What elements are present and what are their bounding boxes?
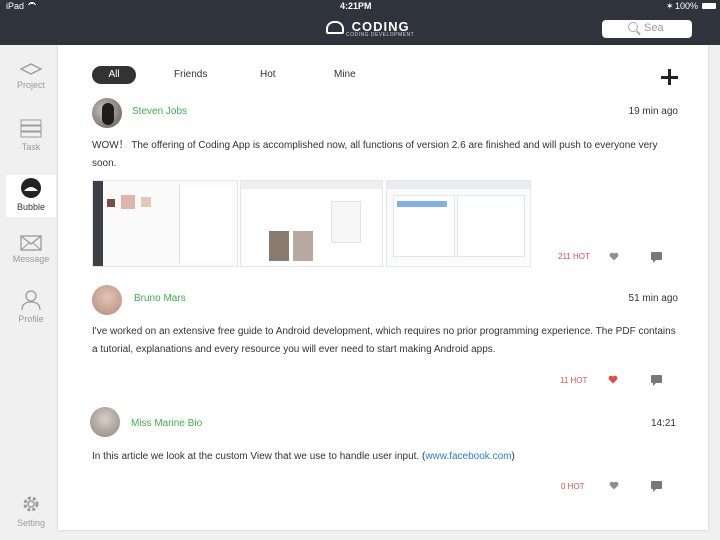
sidebar-item-label: Message xyxy=(12,254,50,264)
author-avatar[interactable] xyxy=(92,98,122,128)
post-time: 14:21 xyxy=(650,418,676,429)
search-box[interactable] xyxy=(602,20,692,38)
image-content xyxy=(397,201,447,207)
image-content xyxy=(107,199,115,207)
comment-icon[interactable] xyxy=(651,481,662,492)
image-content xyxy=(241,181,382,189)
tab-hot[interactable]: Hot xyxy=(260,66,276,84)
like-heart-icon[interactable] xyxy=(609,481,619,490)
image-content xyxy=(331,201,361,243)
sidebar-item-label: Bubble xyxy=(16,202,46,212)
image-content xyxy=(269,231,289,261)
sidebar-item-label: Project xyxy=(16,80,45,90)
post-link[interactable]: www.facebook.com xyxy=(425,451,511,462)
post-text: I've worked on an extensive free guide t… xyxy=(92,326,676,355)
post-text-prefix: In this article we look at the custom Vi… xyxy=(92,451,426,462)
image-content xyxy=(93,181,103,266)
post-text-suffix: ) xyxy=(511,451,515,462)
logo-cloud-icon xyxy=(326,21,344,35)
comment-icon[interactable] xyxy=(651,252,662,263)
post-time: 51 min ago xyxy=(628,293,678,304)
status-bar: iPad 4:21PM ✶ 100% xyxy=(0,0,720,14)
bluetooth-icon: ✶ xyxy=(666,1,674,11)
image-content xyxy=(121,195,135,209)
sidebar-item-profile[interactable]: Profile xyxy=(0,289,62,324)
tab-friends[interactable]: Friends xyxy=(174,66,207,84)
post-text: WOW！ The offering of Coding App is accom… xyxy=(92,140,658,169)
bubble-icon xyxy=(21,178,41,198)
sidebar: Project Task Bubble Message Profile Sett… xyxy=(0,45,62,540)
add-post-button[interactable] xyxy=(661,69,678,85)
image-content xyxy=(387,181,530,189)
person-icon xyxy=(21,290,41,311)
tab-mine[interactable]: Mine xyxy=(334,66,356,84)
envelope-icon xyxy=(20,235,42,251)
sidebar-item-task[interactable]: Task xyxy=(0,119,62,152)
list-icon xyxy=(20,119,42,138)
post-image[interactable] xyxy=(240,180,383,267)
hot-count: 211 HOT xyxy=(558,252,590,261)
app-logo[interactable]: CODING CODING DEVELOPMENT xyxy=(326,19,414,38)
image-content xyxy=(179,185,232,263)
search-input[interactable] xyxy=(644,21,690,35)
hot-count: 0 HOT xyxy=(561,482,585,491)
author-avatar[interactable] xyxy=(92,285,122,315)
post-text: In this article we look at the custom Vi… xyxy=(92,448,682,466)
author-name[interactable]: Bruno Mars xyxy=(134,293,186,304)
author-avatar[interactable] xyxy=(90,407,120,437)
like-heart-icon[interactable] xyxy=(608,375,618,384)
author-name[interactable]: Miss Marine Bio xyxy=(131,418,202,429)
layers-icon xyxy=(20,63,42,75)
image-content xyxy=(141,197,151,207)
sidebar-item-label: Task xyxy=(21,142,41,152)
image-content xyxy=(293,231,313,261)
status-time: 4:21PM xyxy=(340,1,372,11)
author-name[interactable]: Steven Jobs xyxy=(132,106,187,117)
gear-icon xyxy=(23,496,39,512)
post-image[interactable] xyxy=(386,180,531,267)
top-bar: iPad 4:21PM ✶ 100% CODING CODING DEVELOP… xyxy=(0,0,720,45)
device-label: iPad xyxy=(6,1,25,11)
post-image[interactable] xyxy=(92,180,238,267)
sidebar-item-setting[interactable]: Setting xyxy=(0,493,62,528)
hot-count: 11 HOT xyxy=(560,376,588,385)
feed-panel: All Friends Hot Mine Steven Jobs 19 min … xyxy=(58,45,708,530)
tab-all[interactable]: All xyxy=(92,66,136,84)
post-time: 19 min ago xyxy=(628,106,678,117)
sidebar-item-message[interactable]: Message xyxy=(0,235,62,264)
like-heart-icon[interactable] xyxy=(609,252,619,261)
battery-label: 100% xyxy=(674,1,698,11)
comment-icon[interactable] xyxy=(651,375,662,386)
wifi-icon xyxy=(28,2,36,10)
image-content xyxy=(457,195,525,257)
sidebar-item-label: Setting xyxy=(16,518,46,528)
sidebar-item-label: Profile xyxy=(18,314,44,324)
sidebar-item-project[interactable]: Project xyxy=(0,63,62,90)
battery-icon xyxy=(702,3,716,9)
avatar-portrait xyxy=(102,103,114,125)
search-icon xyxy=(628,22,638,32)
sidebar-item-bubble[interactable]: Bubble xyxy=(0,175,62,217)
